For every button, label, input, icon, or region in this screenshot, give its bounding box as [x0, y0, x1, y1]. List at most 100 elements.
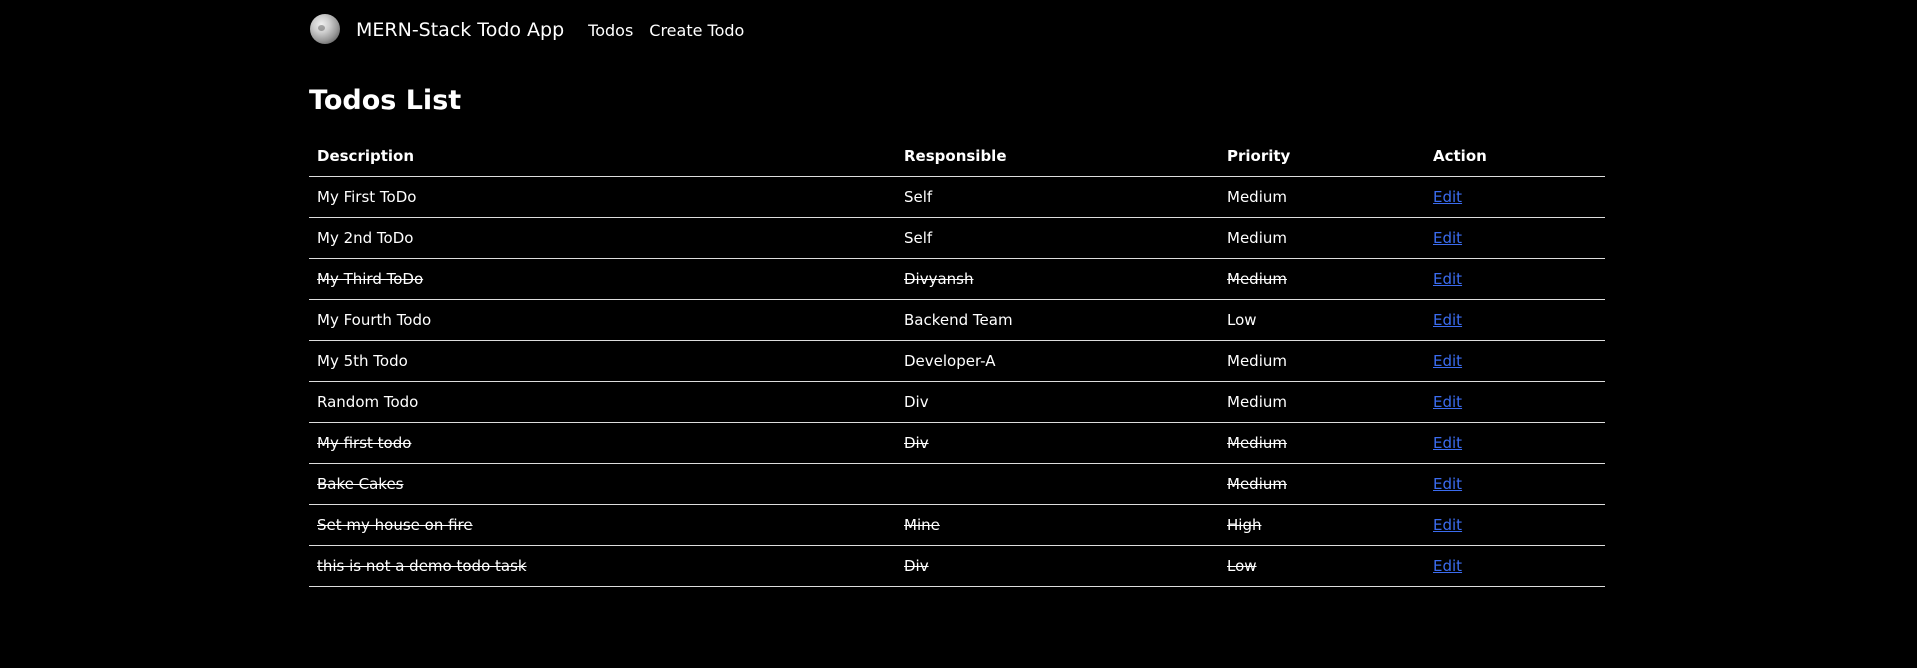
cell-action: Edit — [1425, 463, 1605, 505]
cell-description-text: Random Todo — [317, 393, 419, 411]
cell-description: My Third ToDo — [309, 258, 896, 300]
cell-action: Edit — [1425, 381, 1605, 423]
cell-priority: Low — [1219, 545, 1425, 587]
edit-link[interactable]: Edit — [1433, 311, 1462, 329]
page-title: Todos List — [309, 85, 462, 116]
edit-link[interactable]: Edit — [1433, 516, 1462, 534]
cell-priority-text: Medium — [1227, 270, 1287, 288]
cell-priority: Medium — [1219, 463, 1425, 505]
cell-responsible-text: Divyansh — [904, 270, 974, 288]
cell-action: Edit — [1425, 258, 1605, 300]
table-row: My first todo Div Medium Edit — [309, 422, 1605, 464]
cell-priority: Medium — [1219, 176, 1425, 218]
moon-logo-icon[interactable] — [310, 14, 340, 44]
cell-description-text: this is not a demo todo task — [317, 557, 527, 575]
cell-priority-text: Medium — [1227, 393, 1287, 411]
cell-responsible-text: Self — [904, 188, 933, 206]
cell-responsible-text: Backend Team — [904, 311, 1013, 329]
edit-link[interactable]: Edit — [1433, 270, 1462, 288]
cell-priority-text: High — [1227, 516, 1262, 534]
cell-priority: High — [1219, 504, 1425, 546]
cell-description: Set my house on fire — [309, 504, 896, 546]
table-row: Set my house on fire Mine High Edit — [309, 504, 1605, 546]
edit-link[interactable]: Edit — [1433, 475, 1462, 493]
table-row: My Third ToDo Divyansh Medium Edit — [309, 258, 1605, 300]
todos-table: Description Responsible Priority Action … — [309, 136, 1605, 587]
edit-link[interactable]: Edit — [1433, 393, 1462, 411]
table-header-row: Description Responsible Priority Action — [309, 136, 1605, 177]
table-header: Description Responsible Priority Action — [309, 136, 1605, 177]
table-row: My First ToDo Self Medium Edit — [309, 176, 1605, 218]
edit-link[interactable]: Edit — [1433, 557, 1462, 575]
cell-priority-text: Medium — [1227, 434, 1287, 452]
cell-responsible: Divyansh — [896, 258, 1219, 300]
cell-responsible-text: Div — [904, 557, 929, 575]
cell-responsible: Div — [896, 545, 1219, 587]
cell-priority: Low — [1219, 299, 1425, 341]
cell-description: this is not a demo todo task — [309, 545, 896, 587]
cell-priority-text: Medium — [1227, 475, 1287, 493]
table-row: Bake Cakes Medium Edit — [309, 463, 1605, 505]
cell-description-text: My Third ToDo — [317, 270, 424, 288]
cell-action: Edit — [1425, 545, 1605, 587]
cell-description: My Fourth Todo — [309, 299, 896, 341]
table-row: Random Todo Div Medium Edit — [309, 381, 1605, 423]
table-row: this is not a demo todo task Div Low Edit — [309, 545, 1605, 587]
cell-priority-text: Low — [1227, 311, 1257, 329]
cell-description-text: My Fourth Todo — [317, 311, 432, 329]
cell-action: Edit — [1425, 422, 1605, 464]
cell-responsible-text: Mine — [904, 516, 940, 534]
cell-description-text: Bake Cakes — [317, 475, 404, 493]
cell-responsible: Self — [896, 217, 1219, 259]
cell-responsible — [896, 463, 1219, 505]
cell-action: Edit — [1425, 299, 1605, 341]
edit-link[interactable]: Edit — [1433, 352, 1462, 370]
cell-responsible: Backend Team — [896, 299, 1219, 341]
cell-responsible-text: Div — [904, 393, 929, 411]
cell-priority-text: Medium — [1227, 188, 1287, 206]
table-body: My First ToDo Self Medium Edit My 2nd ToDo Se… — [309, 176, 1605, 587]
cell-responsible-text: Developer-A — [904, 352, 996, 370]
cell-description: My 5th Todo — [309, 340, 896, 382]
app-container: MERN-Stack Todo App Todos Create Todo To… — [309, 0, 1605, 587]
header-description: Description — [309, 136, 896, 177]
cell-priority: Medium — [1219, 381, 1425, 423]
cell-description: Random Todo — [309, 381, 896, 423]
cell-priority: Medium — [1219, 340, 1425, 382]
cell-priority-text: Medium — [1227, 352, 1287, 370]
cell-priority: Medium — [1219, 422, 1425, 464]
cell-responsible-text: Self — [904, 229, 933, 247]
edit-link[interactable]: Edit — [1433, 434, 1462, 452]
cell-description: My 2nd ToDo — [309, 217, 896, 259]
cell-responsible: Developer-A — [896, 340, 1219, 382]
cell-responsible: Div — [896, 381, 1219, 423]
edit-link[interactable]: Edit — [1433, 229, 1462, 247]
cell-description-text: My first todo — [317, 434, 412, 452]
cell-priority-text: Low — [1227, 557, 1257, 575]
cell-description-text: My 5th Todo — [317, 352, 408, 370]
cell-responsible: Mine — [896, 504, 1219, 546]
cell-responsible-text: Div — [904, 434, 929, 452]
cell-description: My first todo — [309, 422, 896, 464]
nav-link-todos[interactable]: Todos — [588, 21, 633, 40]
cell-description: Bake Cakes — [309, 463, 896, 505]
brand-link[interactable]: MERN-Stack Todo App — [356, 19, 564, 41]
header-action: Action — [1425, 136, 1605, 177]
nav-link-create-todo[interactable]: Create Todo — [649, 21, 744, 40]
cell-priority: Medium — [1219, 258, 1425, 300]
cell-priority-text: Medium — [1227, 229, 1287, 247]
table-row: My 2nd ToDo Self Medium Edit — [309, 217, 1605, 259]
cell-action: Edit — [1425, 217, 1605, 259]
cell-responsible: Self — [896, 176, 1219, 218]
cell-action: Edit — [1425, 504, 1605, 546]
edit-link[interactable]: Edit — [1433, 188, 1462, 206]
cell-description: My First ToDo — [309, 176, 896, 218]
cell-priority: Medium — [1219, 217, 1425, 259]
header-responsible: Responsible — [896, 136, 1219, 177]
cell-action: Edit — [1425, 340, 1605, 382]
cell-description-text: My 2nd ToDo — [317, 229, 414, 247]
cell-description-text: My First ToDo — [317, 188, 417, 206]
table-row: My Fourth Todo Backend Team Low Edit — [309, 299, 1605, 341]
cell-action: Edit — [1425, 176, 1605, 218]
navbar: MERN-Stack Todo App Todos Create Todo — [309, 0, 1605, 60]
